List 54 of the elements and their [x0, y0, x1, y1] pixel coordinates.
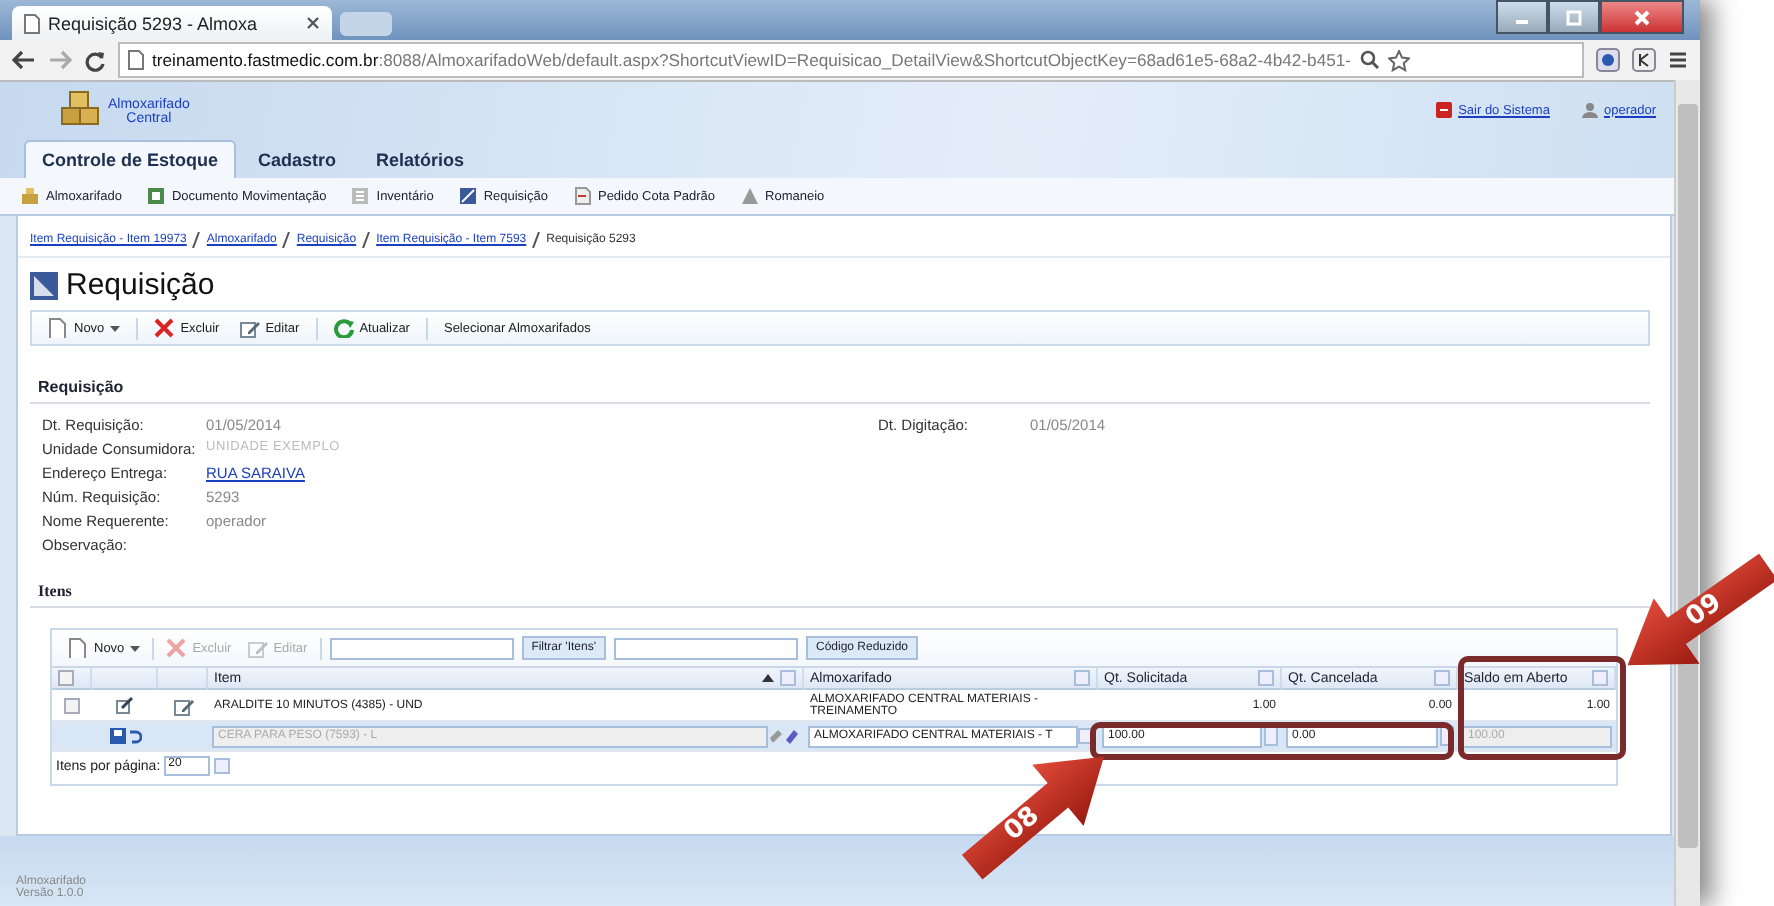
- close-icon[interactable]: [306, 16, 320, 30]
- save-icon[interactable]: [109, 728, 125, 744]
- maximize-icon: [1566, 9, 1582, 25]
- pencil-icon: [239, 318, 260, 338]
- page-icon: [24, 13, 40, 33]
- close-icon: [1634, 9, 1650, 25]
- pencil-icon: [247, 638, 268, 658]
- slash-icon: [362, 232, 371, 248]
- address-field[interactable]: treinamento.fastmedic.com.br:8088/AlmoxarifadoWeb/default.aspx?ShortcutViewID=Requisicao_DetailView&ShortcutObjectKey=68ad61e5-68a2-4b42-b451-: [118, 42, 1584, 78]
- nav-tab[interactable]: Controle de Estoque: [24, 140, 237, 178]
- reload-icon[interactable]: [84, 49, 106, 71]
- refresh-icon: [333, 318, 354, 338]
- slash-icon: [532, 232, 541, 248]
- form-icon: [30, 271, 58, 299]
- triangle-icon: [739, 186, 760, 206]
- pencil-icon: [173, 695, 193, 715]
- caret-icon: [130, 645, 141, 651]
- filter-field[interactable]: [329, 637, 514, 659]
- extension-icon[interactable]: [1596, 48, 1620, 72]
- close-button[interactable]: [1600, 0, 1684, 34]
- undo-icon[interactable]: [125, 728, 141, 744]
- callout-label: 09: [1680, 587, 1728, 634]
- nav-tab[interactable]: Cadastro: [240, 140, 355, 178]
- boxes-icon: [60, 90, 100, 126]
- callout-label: 08: [998, 800, 1046, 848]
- spin-button[interactable]: [1264, 726, 1278, 746]
- list-icon: [350, 186, 371, 206]
- url-text: treinamento.fastmedic.com.br:8088/AlmoxarifadoWeb/default.aspx?ShortcutViewID=Requisicao_DetailView&ShortcutObjectKey=68ad61e5-68a2-4b42-b451-: [152, 50, 1352, 70]
- slash-icon: [282, 232, 291, 248]
- close-icon: [154, 318, 175, 338]
- user-icon: [1581, 102, 1598, 118]
- extension-icon[interactable]: [1632, 48, 1656, 72]
- exit-icon: [1436, 102, 1453, 118]
- search-icon[interactable]: [1359, 50, 1380, 70]
- minimize-button[interactable]: [1496, 0, 1548, 34]
- section-title: Itens: [30, 582, 1650, 608]
- close-icon: [166, 638, 187, 658]
- menu-icon[interactable]: [1668, 50, 1688, 70]
- browser-tab[interactable]: Requisição 5293 - Almoxa: [12, 6, 332, 40]
- row-checkbox[interactable]: [64, 697, 80, 713]
- back-icon[interactable]: [12, 50, 36, 70]
- maximize-button[interactable]: [1548, 0, 1600, 34]
- nav-tab[interactable]: Relatórios: [358, 140, 483, 178]
- slash-icon: [192, 232, 201, 248]
- section-title: Requisição: [30, 378, 1650, 404]
- star-icon[interactable]: [1387, 49, 1410, 71]
- page-icon: [128, 50, 144, 70]
- page-title: Requisição: [66, 268, 215, 302]
- select-all-checkbox[interactable]: [58, 670, 74, 686]
- lookup-icon[interactable]: [784, 728, 800, 744]
- code-field[interactable]: [613, 637, 798, 659]
- caret-icon: [110, 325, 121, 331]
- edit-icon[interactable]: [116, 696, 134, 714]
- boxes-icon: [20, 186, 40, 206]
